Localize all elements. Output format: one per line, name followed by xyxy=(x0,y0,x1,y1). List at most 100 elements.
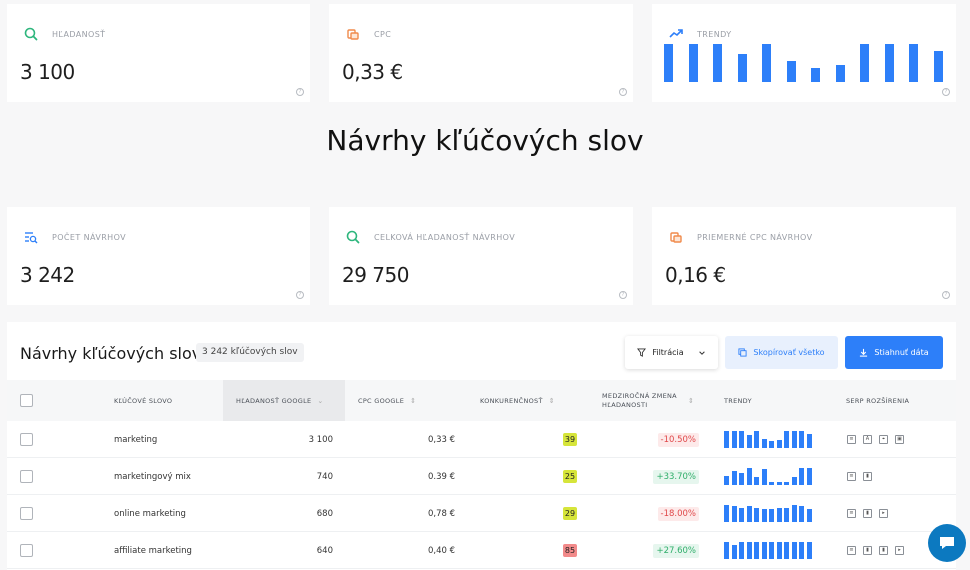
trend-bar xyxy=(731,471,737,485)
page-title: Návrhy kľúčových slov xyxy=(326,124,644,157)
column-keyword[interactable]: KĽÚČOVÉ SLOVO xyxy=(114,380,172,421)
help-icon[interactable]: ? xyxy=(296,88,304,96)
column-yoy-change[interactable]: MEDZIROČNÁ ZMENA HĽADANOSTI ⇕ xyxy=(602,380,702,421)
help-icon[interactable]: ? xyxy=(619,88,627,96)
video-icon: ▸ xyxy=(895,546,904,555)
yoy-change-badge: +27.60% xyxy=(653,543,699,558)
row-trend-chart xyxy=(724,468,814,485)
column-trends: TRENDY xyxy=(724,396,752,405)
trend-bar xyxy=(754,542,759,559)
trend-bar xyxy=(909,44,918,82)
column-volume[interactable]: HĽADANOSŤ GOOGLE ⌄ xyxy=(223,380,345,421)
volume-cell: 740 xyxy=(316,471,333,482)
trend-bar xyxy=(761,468,767,485)
stat-card-trends: TRENDY ? xyxy=(652,4,956,102)
help-icon[interactable]: ? xyxy=(296,291,304,299)
trend-bar xyxy=(791,505,797,522)
bookmark-icon: ▮ xyxy=(863,509,872,518)
cpc-cell: 0,33 € xyxy=(427,434,455,445)
volume-cell: 640 xyxy=(316,545,333,556)
yoy-change-badge: -18.00% xyxy=(657,506,699,521)
trend-bar xyxy=(761,509,767,522)
serp-features: ≡ ▮ ▮ ▸ xyxy=(847,546,911,555)
trend-bar xyxy=(746,434,752,448)
search-icon xyxy=(346,230,360,244)
trend-bar xyxy=(769,441,774,448)
sort-icon: ⇕ xyxy=(548,396,555,405)
help-icon[interactable]: ? xyxy=(942,291,950,299)
row-checkbox[interactable] xyxy=(20,544,33,557)
ads-icon: A xyxy=(863,435,872,444)
row-checkbox[interactable] xyxy=(20,507,33,520)
bookmark-icon: ▮ xyxy=(863,546,872,555)
table-row[interactable]: online marketing 680 0,78 € 29 -18.00% ≡… xyxy=(7,495,956,532)
trend-bar xyxy=(791,431,797,448)
trend-bar xyxy=(754,476,759,485)
stat-value: 3 100 xyxy=(20,60,75,84)
trend-bar xyxy=(860,44,869,82)
row-checkbox[interactable] xyxy=(20,433,33,446)
copy-all-button[interactable]: Skopírovať všetko xyxy=(725,336,838,369)
trend-bar xyxy=(724,505,729,522)
trend-bar xyxy=(835,64,845,82)
table-row[interactable]: marketing 3 100 0,33 € 39 -10.50% ≡ A ⌖ ▣ xyxy=(7,421,956,458)
stat-card-volume: HĽADANOSŤ 3 100 ? xyxy=(7,4,310,102)
table-row[interactable]: marketingový mix 740 0.39 € 25 +33.70% ≡… xyxy=(7,458,956,495)
cpc-cell: 0.39 € xyxy=(427,471,455,482)
row-checkbox[interactable] xyxy=(20,470,33,483)
trend-bar xyxy=(776,507,782,522)
trend-bar xyxy=(746,505,752,522)
table-row[interactable]: affiliate marketing 640 0,40 € 85 +27.60… xyxy=(7,532,956,569)
keyword-cell[interactable]: marketingový mix xyxy=(114,458,191,495)
serp-features: ≡ ▮ ▸ xyxy=(847,509,895,518)
keyword-cell[interactable]: online marketing xyxy=(114,495,186,532)
filter-icon xyxy=(637,348,647,357)
chat-button[interactable] xyxy=(928,524,966,562)
cpc-cell: 0,78 € xyxy=(427,508,455,519)
trend-bar xyxy=(713,44,722,82)
trend-bar xyxy=(761,542,767,559)
select-all-checkbox[interactable] xyxy=(20,394,33,407)
column-competition[interactable]: KONKURENČNOSŤ ⇕ xyxy=(480,380,555,421)
coins-icon xyxy=(347,29,359,40)
list-search-icon xyxy=(25,232,38,244)
trend-chart xyxy=(664,44,958,82)
keyword-count-badge: 3 242 kľúčových slov xyxy=(196,343,304,362)
trend-bar xyxy=(769,542,774,559)
column-serp: SERP ROZŠÍRENIA xyxy=(846,396,910,405)
download-button[interactable]: Stiahnuť dáta xyxy=(845,336,943,369)
trend-bar xyxy=(806,542,812,559)
trend-bar xyxy=(724,542,729,559)
keyword-cell[interactable]: marketing xyxy=(114,421,157,458)
trend-bar xyxy=(769,509,774,522)
competition-badge: 29 xyxy=(563,507,577,520)
yoy-change-badge: -10.50% xyxy=(657,432,699,447)
trend-bar xyxy=(724,475,729,485)
download-icon xyxy=(860,348,868,357)
column-cpc[interactable]: CPC GOOGLE ⇕ xyxy=(358,380,416,421)
snippet-icon: ≡ xyxy=(847,546,856,555)
coins-icon xyxy=(670,232,682,243)
chat-bubble-icon xyxy=(940,537,954,549)
trend-bar xyxy=(791,477,797,485)
competition-badge: 25 xyxy=(563,470,577,483)
trend-bar xyxy=(769,481,774,485)
row-trend-chart xyxy=(724,542,814,559)
trend-bar xyxy=(784,542,789,559)
trend-bar xyxy=(737,54,747,82)
help-icon[interactable]: ? xyxy=(619,291,627,299)
column-volume-label: HĽADANOSŤ GOOGLE xyxy=(236,396,312,405)
snippet-icon: ≡ xyxy=(847,435,856,444)
column-cpc-label: CPC GOOGLE xyxy=(358,396,405,405)
keyword-cell[interactable]: affiliate marketing xyxy=(114,532,192,569)
filter-button[interactable]: Filtrácia xyxy=(625,336,718,369)
stat-card-avg-cpc: PRIEMERNÉ CPC NÁVRHOV 0,16 € ? xyxy=(652,207,956,305)
stat-label: CELKOVÁ HĽADANOSŤ NÁVRHOV xyxy=(374,232,516,242)
trend-bar xyxy=(739,507,744,522)
copy-all-label: Skopírovať všetko xyxy=(753,348,825,357)
trend-bar xyxy=(754,431,759,448)
trend-bar xyxy=(799,542,804,559)
help-icon[interactable]: ? xyxy=(942,88,950,96)
trend-bar xyxy=(739,473,744,485)
trend-bar xyxy=(688,44,698,82)
